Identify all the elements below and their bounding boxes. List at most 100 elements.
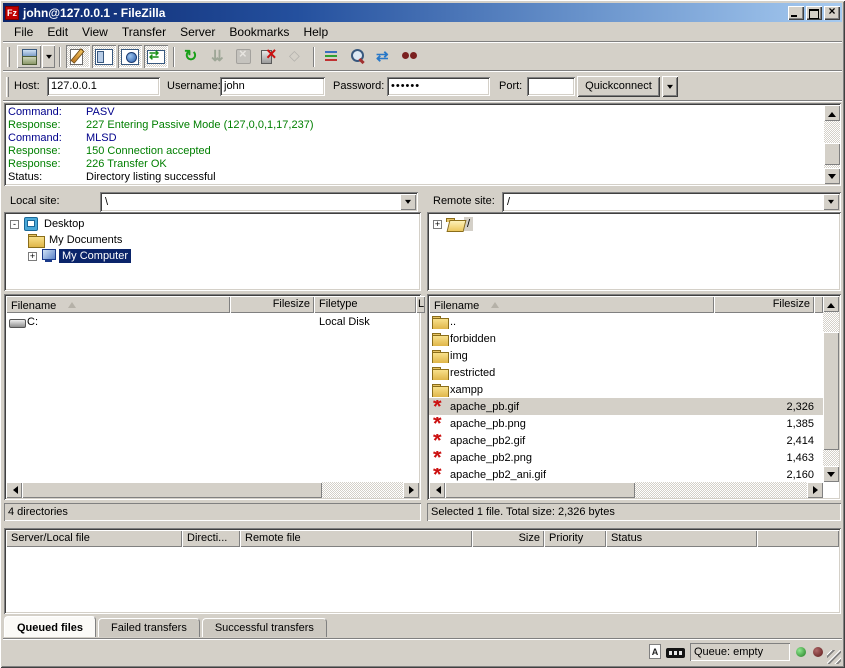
column-header[interactable]: L [416,296,425,313]
minimize-button[interactable] [788,6,804,20]
tree-expander[interactable]: - [10,220,19,229]
scroll-thumb[interactable] [823,332,839,450]
menu-item[interactable]: Bookmarks [222,24,296,40]
menu-item[interactable]: Help [296,24,335,40]
resize-grip[interactable] [827,650,841,664]
password-input[interactable]: •••••• [387,77,490,96]
column-header[interactable]: Remote file [240,530,472,547]
column-header[interactable]: Server/Local file [6,530,182,547]
queue-tab[interactable]: Failed transfers [98,618,200,637]
tree-item[interactable]: + My Computer [4,248,421,264]
image-icon [432,400,450,414]
scroll-left-button[interactable] [429,482,445,498]
file-row[interactable]: C: Local Disk [6,313,419,330]
file-row[interactable]: apache_pb.gif 2,326 [429,398,823,415]
transfer-type-indicator-icon[interactable]: A [649,644,661,659]
menu-item[interactable]: Server [173,24,222,40]
column-header[interactable]: Filetype [314,296,416,313]
scroll-thumb[interactable] [824,143,840,165]
scroll-up-button[interactable] [823,296,839,312]
file-row[interactable]: restricted [429,364,823,381]
column-header[interactable]: Filesize [230,296,314,313]
file-row[interactable]: apache_pb.png 1,385 [429,415,823,432]
tree-expander[interactable]: + [28,252,37,261]
file-row[interactable]: apache_pb2.png 1,463 [429,449,823,466]
menu-item[interactable]: Transfer [115,24,173,40]
close-button[interactable] [824,6,840,20]
toggle-message-log-button[interactable] [66,45,90,68]
menu-item[interactable]: View [75,24,115,40]
toggle-local-tree-button[interactable] [92,45,116,68]
quickconnect-dropdown[interactable] [662,76,678,97]
find-files-button[interactable] [398,45,422,68]
username-input[interactable]: john [220,77,325,96]
menu-item[interactable]: Edit [40,24,75,40]
tree-expander[interactable]: + [433,220,442,229]
tree-item[interactable]: My Documents [4,232,421,248]
scroll-thumb[interactable] [445,482,635,498]
file-row[interactable]: apache_pb2.gif 2,414 [429,432,823,449]
menu-item[interactable]: File [7,24,40,40]
local-horizontal-scrollbar[interactable] [6,482,419,498]
site-manager-dropdown[interactable] [42,45,55,68]
file-row[interactable]: apache_pb2_ani.gif 2,160 [429,466,823,482]
directory-comparison-button[interactable] [346,45,370,68]
queue-rows[interactable] [6,547,839,612]
folder-icon [432,366,450,380]
maximize-button[interactable] [806,6,822,20]
log-line-type: Status: [8,171,86,184]
scroll-down-button[interactable] [823,466,839,482]
toolbar-gripper[interactable] [7,47,10,67]
refresh-button[interactable] [180,45,204,68]
titlebar[interactable]: Fz john@127.0.0.1 - FileZilla [3,3,842,22]
toolbar [3,43,842,70]
host-input[interactable]: 127.0.0.1 [47,77,160,96]
queue-tab[interactable]: Successful transfers [202,618,327,637]
file-row[interactable]: forbidden [429,330,823,347]
tree-item-label[interactable]: My Documents [46,233,125,247]
file-row[interactable]: .. [429,313,823,330]
scroll-thumb[interactable] [22,482,322,498]
disconnect-button[interactable] [258,45,282,68]
local-site-combo[interactable]: \ [100,192,418,212]
scroll-right-button[interactable] [403,482,419,498]
toggle-transfer-queue-button[interactable] [144,45,168,68]
port-input[interactable] [527,77,575,96]
scroll-left-button[interactable] [6,482,22,498]
remote-site-combo[interactable]: / [502,192,841,212]
scroll-right-button[interactable] [807,482,823,498]
queue-tab[interactable]: Queued files [4,616,96,637]
combo-dropdown-button[interactable] [400,194,416,210]
remote-vertical-scrollbar[interactable] [823,296,839,482]
local-file-rows[interactable]: C: Local Disk [6,313,419,482]
local-directory-tree[interactable]: - Desktop My Documents + My Computer [4,212,421,291]
quickconnect-button[interactable]: Quickconnect [577,76,660,97]
remote-horizontal-scrollbar[interactable] [429,482,823,498]
file-row[interactable]: img [429,347,823,364]
tree-item[interactable]: - Desktop [4,216,421,232]
column-header[interactable]: Priority [544,530,606,547]
file-row[interactable]: xampp [429,381,823,398]
column-header[interactable]: Filename [6,296,230,313]
quickconnect-gripper[interactable] [6,77,9,97]
scroll-down-button[interactable] [824,168,840,184]
combo-dropdown-button[interactable] [823,194,839,210]
message-log[interactable]: Command:PASV Response:227 Entering Passi… [4,103,841,186]
tree-item-label[interactable]: Desktop [41,217,87,231]
column-header[interactable]: Directi... [182,530,240,547]
tree-item[interactable]: + / [427,216,841,232]
log-scrollbar[interactable] [824,105,840,184]
tree-item-label[interactable]: My Computer [59,249,131,263]
remote-directory-tree[interactable]: + / [427,212,841,291]
column-header[interactable]: Status [606,530,757,547]
speed-limit-indicator-icon[interactable] [666,648,685,658]
scroll-up-button[interactable] [824,105,840,121]
column-header[interactable]: Filesize [714,296,814,313]
column-header[interactable]: Filename [429,296,714,313]
remote-file-rows[interactable]: .. forbidden img restricted [429,313,823,482]
synchronized-browsing-button[interactable] [372,45,396,68]
column-header[interactable]: Size [472,530,544,547]
site-manager-button[interactable] [17,45,41,68]
toggle-remote-tree-button[interactable] [118,45,142,68]
filter-button[interactable] [320,45,344,68]
